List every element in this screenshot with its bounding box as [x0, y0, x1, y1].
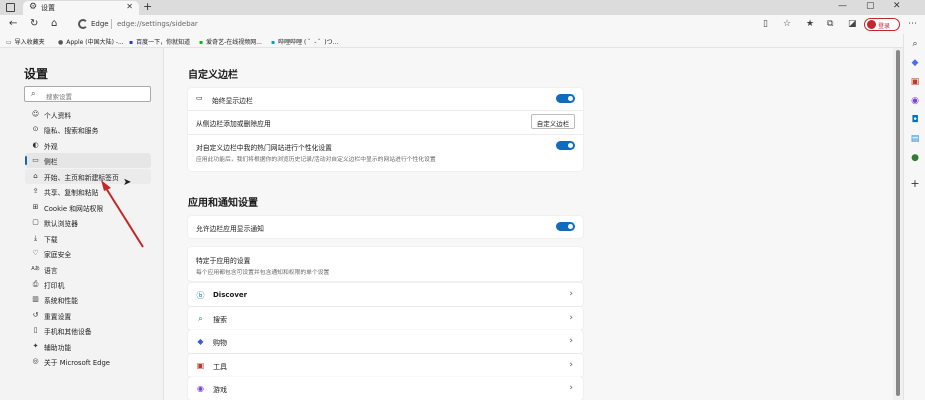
annotation-arrow — [101, 180, 144, 248]
mouse-cursor-icon: ➤ — [123, 177, 132, 188]
